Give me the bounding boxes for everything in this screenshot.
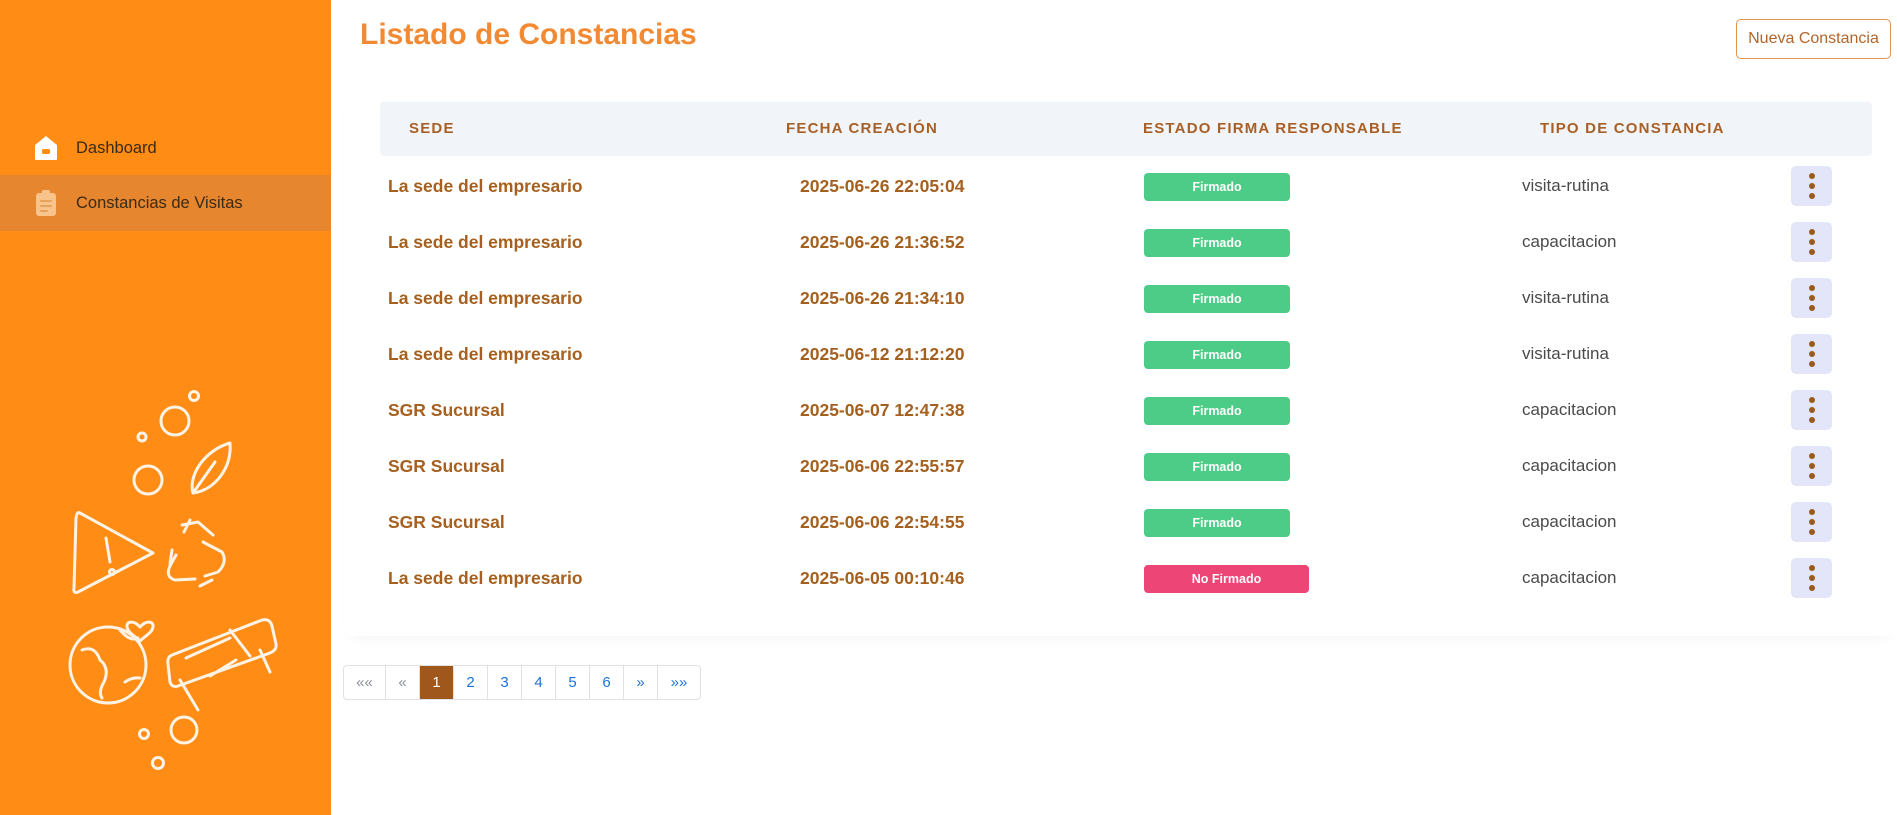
table-row: La sede del empresario 2025-06-26 21:34:…	[380, 270, 1872, 326]
cell-fecha: 2025-06-26 22:05:04	[800, 176, 965, 196]
more-vertical-icon	[1808, 453, 1815, 459]
row-actions-button[interactable]	[1791, 502, 1832, 542]
page-button-5[interactable]: 5	[556, 666, 590, 699]
leaf-icon	[190, 441, 232, 495]
table-row: La sede del empresario 2025-06-26 21:36:…	[380, 214, 1872, 270]
first-page-button[interactable]: ««	[344, 666, 386, 699]
table-row: La sede del empresario 2025-06-05 00:10:…	[380, 550, 1872, 606]
next-page-button[interactable]: »	[624, 666, 658, 699]
page-button-4[interactable]: 4	[522, 666, 556, 699]
prev-page-button[interactable]: «	[386, 666, 420, 699]
cell-sede: La sede del empresario	[388, 176, 583, 196]
status-badge: Firmado	[1144, 453, 1290, 481]
cell-tipo: visita-rutina	[1522, 344, 1609, 363]
cell-fecha: 2025-06-06 22:55:57	[800, 456, 965, 476]
column-header-estado: ESTADO FIRMA RESPONSABLE	[1143, 120, 1403, 137]
more-vertical-icon	[1808, 173, 1815, 179]
recycle-icon	[166, 518, 226, 588]
column-header-tipo: TIPO DE CONSTANCIA	[1540, 120, 1725, 137]
cell-sede: SGR Sucursal	[388, 512, 505, 532]
table-row: La sede del empresario 2025-06-12 21:12:…	[380, 326, 1872, 382]
status-badge: No Firmado	[1144, 565, 1309, 593]
status-badge: Firmado	[1144, 173, 1290, 201]
more-vertical-icon	[1808, 341, 1815, 347]
row-actions-button[interactable]	[1791, 390, 1832, 430]
sidebar: Dashboard Constancias de Visitas	[0, 0, 331, 815]
sidebar-item-dashboard[interactable]: Dashboard	[0, 120, 331, 176]
cell-tipo: capacitacion	[1522, 232, 1617, 251]
sidebar-item-constancias[interactable]: Constancias de Visitas	[0, 175, 331, 231]
row-actions-button[interactable]	[1791, 166, 1832, 206]
sidebar-item-label: Dashboard	[76, 138, 157, 157]
page-button-2[interactable]: 2	[454, 666, 488, 699]
cell-sede: La sede del empresario	[388, 288, 583, 308]
decorative-illustration	[68, 390, 278, 770]
page-button-1[interactable]: 1	[420, 666, 454, 699]
cell-tipo: visita-rutina	[1522, 288, 1609, 307]
new-constancia-button[interactable]: Nueva Constancia	[1736, 19, 1891, 59]
constancias-table: SEDE FECHA CREACIÓN ESTADO FIRMA RESPONS…	[345, 86, 1897, 636]
last-page-button[interactable]: »»	[658, 666, 700, 699]
row-actions-button[interactable]	[1791, 446, 1832, 486]
cell-fecha: 2025-06-07 12:47:38	[800, 400, 965, 420]
column-header-fecha: FECHA CREACIÓN	[786, 120, 939, 137]
cell-fecha: 2025-06-05 00:10:46	[800, 568, 965, 588]
cell-tipo: capacitacion	[1522, 400, 1617, 419]
cell-sede: La sede del empresario	[388, 344, 583, 364]
more-vertical-icon	[1808, 509, 1815, 515]
column-header-sede: SEDE	[409, 120, 455, 137]
cell-sede: La sede del empresario	[388, 568, 583, 588]
page-title: Listado de Constancias	[360, 18, 697, 51]
status-badge: Firmado	[1144, 229, 1290, 257]
status-badge: Firmado	[1144, 509, 1290, 537]
cell-fecha: 2025-06-26 21:36:52	[800, 232, 965, 252]
cell-tipo: capacitacion	[1522, 456, 1617, 475]
cell-fecha: 2025-06-26 21:34:10	[800, 288, 965, 308]
cell-fecha: 2025-06-06 22:54:55	[800, 512, 965, 532]
cell-tipo: capacitacion	[1522, 512, 1617, 531]
cell-tipo: capacitacion	[1522, 568, 1617, 587]
clipboard-icon	[36, 190, 56, 216]
cell-tipo: visita-rutina	[1522, 176, 1609, 195]
row-actions-button[interactable]	[1791, 558, 1832, 598]
table-row: La sede del empresario 2025-06-26 22:05:…	[380, 158, 1872, 214]
page-button-3[interactable]: 3	[488, 666, 522, 699]
cell-sede: La sede del empresario	[388, 232, 583, 252]
bench-icon	[166, 618, 278, 712]
table-header: SEDE FECHA CREACIÓN ESTADO FIRMA RESPONS…	[380, 102, 1872, 156]
home-icon	[35, 136, 57, 160]
row-actions-button[interactable]	[1791, 334, 1832, 374]
row-actions-button[interactable]	[1791, 278, 1832, 318]
row-actions-button[interactable]	[1791, 222, 1832, 262]
more-vertical-icon	[1808, 565, 1815, 571]
cell-sede: SGR Sucursal	[388, 456, 505, 476]
table-row: SGR Sucursal 2025-06-06 22:54:55 Firmado…	[380, 494, 1872, 550]
table-row: SGR Sucursal 2025-06-07 12:47:38 Firmado…	[380, 382, 1872, 438]
page-button-6[interactable]: 6	[590, 666, 624, 699]
pagination: «« « 1 2 3 4 5 6 » »»	[343, 665, 701, 700]
more-vertical-icon	[1808, 285, 1815, 291]
sidebar-item-label: Constancias de Visitas	[76, 193, 243, 212]
cell-fecha: 2025-06-12 21:12:20	[800, 344, 965, 364]
table-row: SGR Sucursal 2025-06-06 22:55:57 Firmado…	[380, 438, 1872, 494]
status-badge: Firmado	[1144, 341, 1290, 369]
warning-icon	[72, 511, 155, 594]
more-vertical-icon	[1808, 397, 1815, 403]
status-badge: Firmado	[1144, 285, 1290, 313]
cell-sede: SGR Sucursal	[388, 400, 505, 420]
more-vertical-icon	[1808, 229, 1815, 235]
status-badge: Firmado	[1144, 397, 1290, 425]
